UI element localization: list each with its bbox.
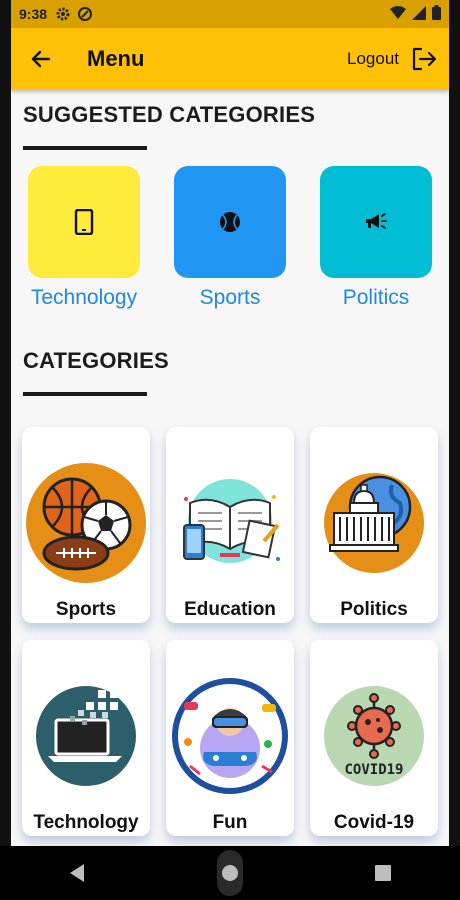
categories-heading: CATEGORIES [23, 348, 169, 373]
covid-badge-text: COVID19 [344, 762, 403, 778]
sports-balls-icon [26, 463, 146, 583]
category-card-technology[interactable]: Technology [22, 640, 150, 836]
category-label: Fun [212, 812, 248, 833]
nav-home-button[interactable] [206, 850, 254, 896]
category-card-education[interactable]: Education [166, 427, 294, 623]
status-time: 9:38 [19, 6, 48, 22]
suggested-label: Technology [30, 286, 138, 309]
nav-recents-button[interactable] [359, 853, 407, 893]
laptop-icon [36, 686, 136, 786]
status-bar-body: 9:38 [11, 0, 449, 28]
category-label: Politics [340, 599, 408, 620]
categories-underline [23, 392, 147, 396]
vr-gaming-icon [172, 678, 288, 794]
phone-screen: 9:38 Menu Logout SUGGESTED CATEGORIES Te… [0, 0, 460, 900]
navigation-bar [0, 846, 460, 900]
logout-label: Logout [347, 49, 399, 68]
status-bar: 9:38 [0, 0, 460, 28]
suggested-item-politics[interactable]: Politics [320, 166, 432, 310]
education-icon [183, 479, 280, 563]
ball-icon [220, 212, 240, 232]
suggested-heading: SUGGESTED CATEGORIES [23, 102, 316, 127]
battery-icon [432, 5, 441, 23]
status-right [390, 5, 441, 23]
wifi-icon [390, 5, 406, 23]
category-card-covid19[interactable]: COVID19 Covid-19 [310, 640, 438, 836]
suggested-tile [320, 166, 432, 278]
suggested-tile [174, 166, 286, 278]
suggested-tile [28, 166, 140, 278]
suggested-item-technology[interactable]: Technology [28, 166, 140, 310]
settings-gear-icon [55, 6, 71, 22]
scroll-content[interactable]: SUGGESTED CATEGORIES Technology Sports P… [11, 90, 449, 846]
virus-icon: COVID19 [324, 686, 424, 786]
category-label: Sports [55, 599, 117, 620]
category-card-fun[interactable]: Fun [166, 640, 294, 836]
category-label: Technology [33, 812, 139, 833]
page-title: Menu [87, 46, 145, 71]
suggested-underline [23, 146, 147, 150]
tablet-icon [74, 209, 94, 235]
square-recents-icon [375, 865, 392, 881]
triangle-back-icon [69, 864, 84, 882]
suggested-label: Sports [199, 286, 261, 309]
signal-icon [412, 5, 426, 23]
suggested-item-sports[interactable]: Sports [174, 166, 286, 310]
data-saver-icon [77, 6, 93, 22]
megaphone-icon [366, 213, 387, 229]
app-bar: Menu Logout [11, 28, 449, 90]
category-card-sports[interactable]: Sports [22, 427, 150, 623]
arrow-left-icon [31, 50, 51, 68]
category-label: Covid-19 [333, 812, 415, 833]
back-button[interactable] [23, 41, 59, 77]
capitol-globe-icon [324, 473, 424, 573]
logout-icon [412, 47, 437, 71]
app-window: Menu Logout SUGGESTED CATEGORIES Technol… [11, 28, 449, 846]
nav-back-button[interactable] [53, 853, 101, 893]
category-label: Education [184, 599, 276, 620]
suggested-label: Politics [342, 286, 410, 309]
home-circle-icon [216, 850, 243, 896]
logout-button[interactable]: Logout [347, 47, 437, 71]
category-card-politics[interactable]: Politics [310, 427, 438, 623]
